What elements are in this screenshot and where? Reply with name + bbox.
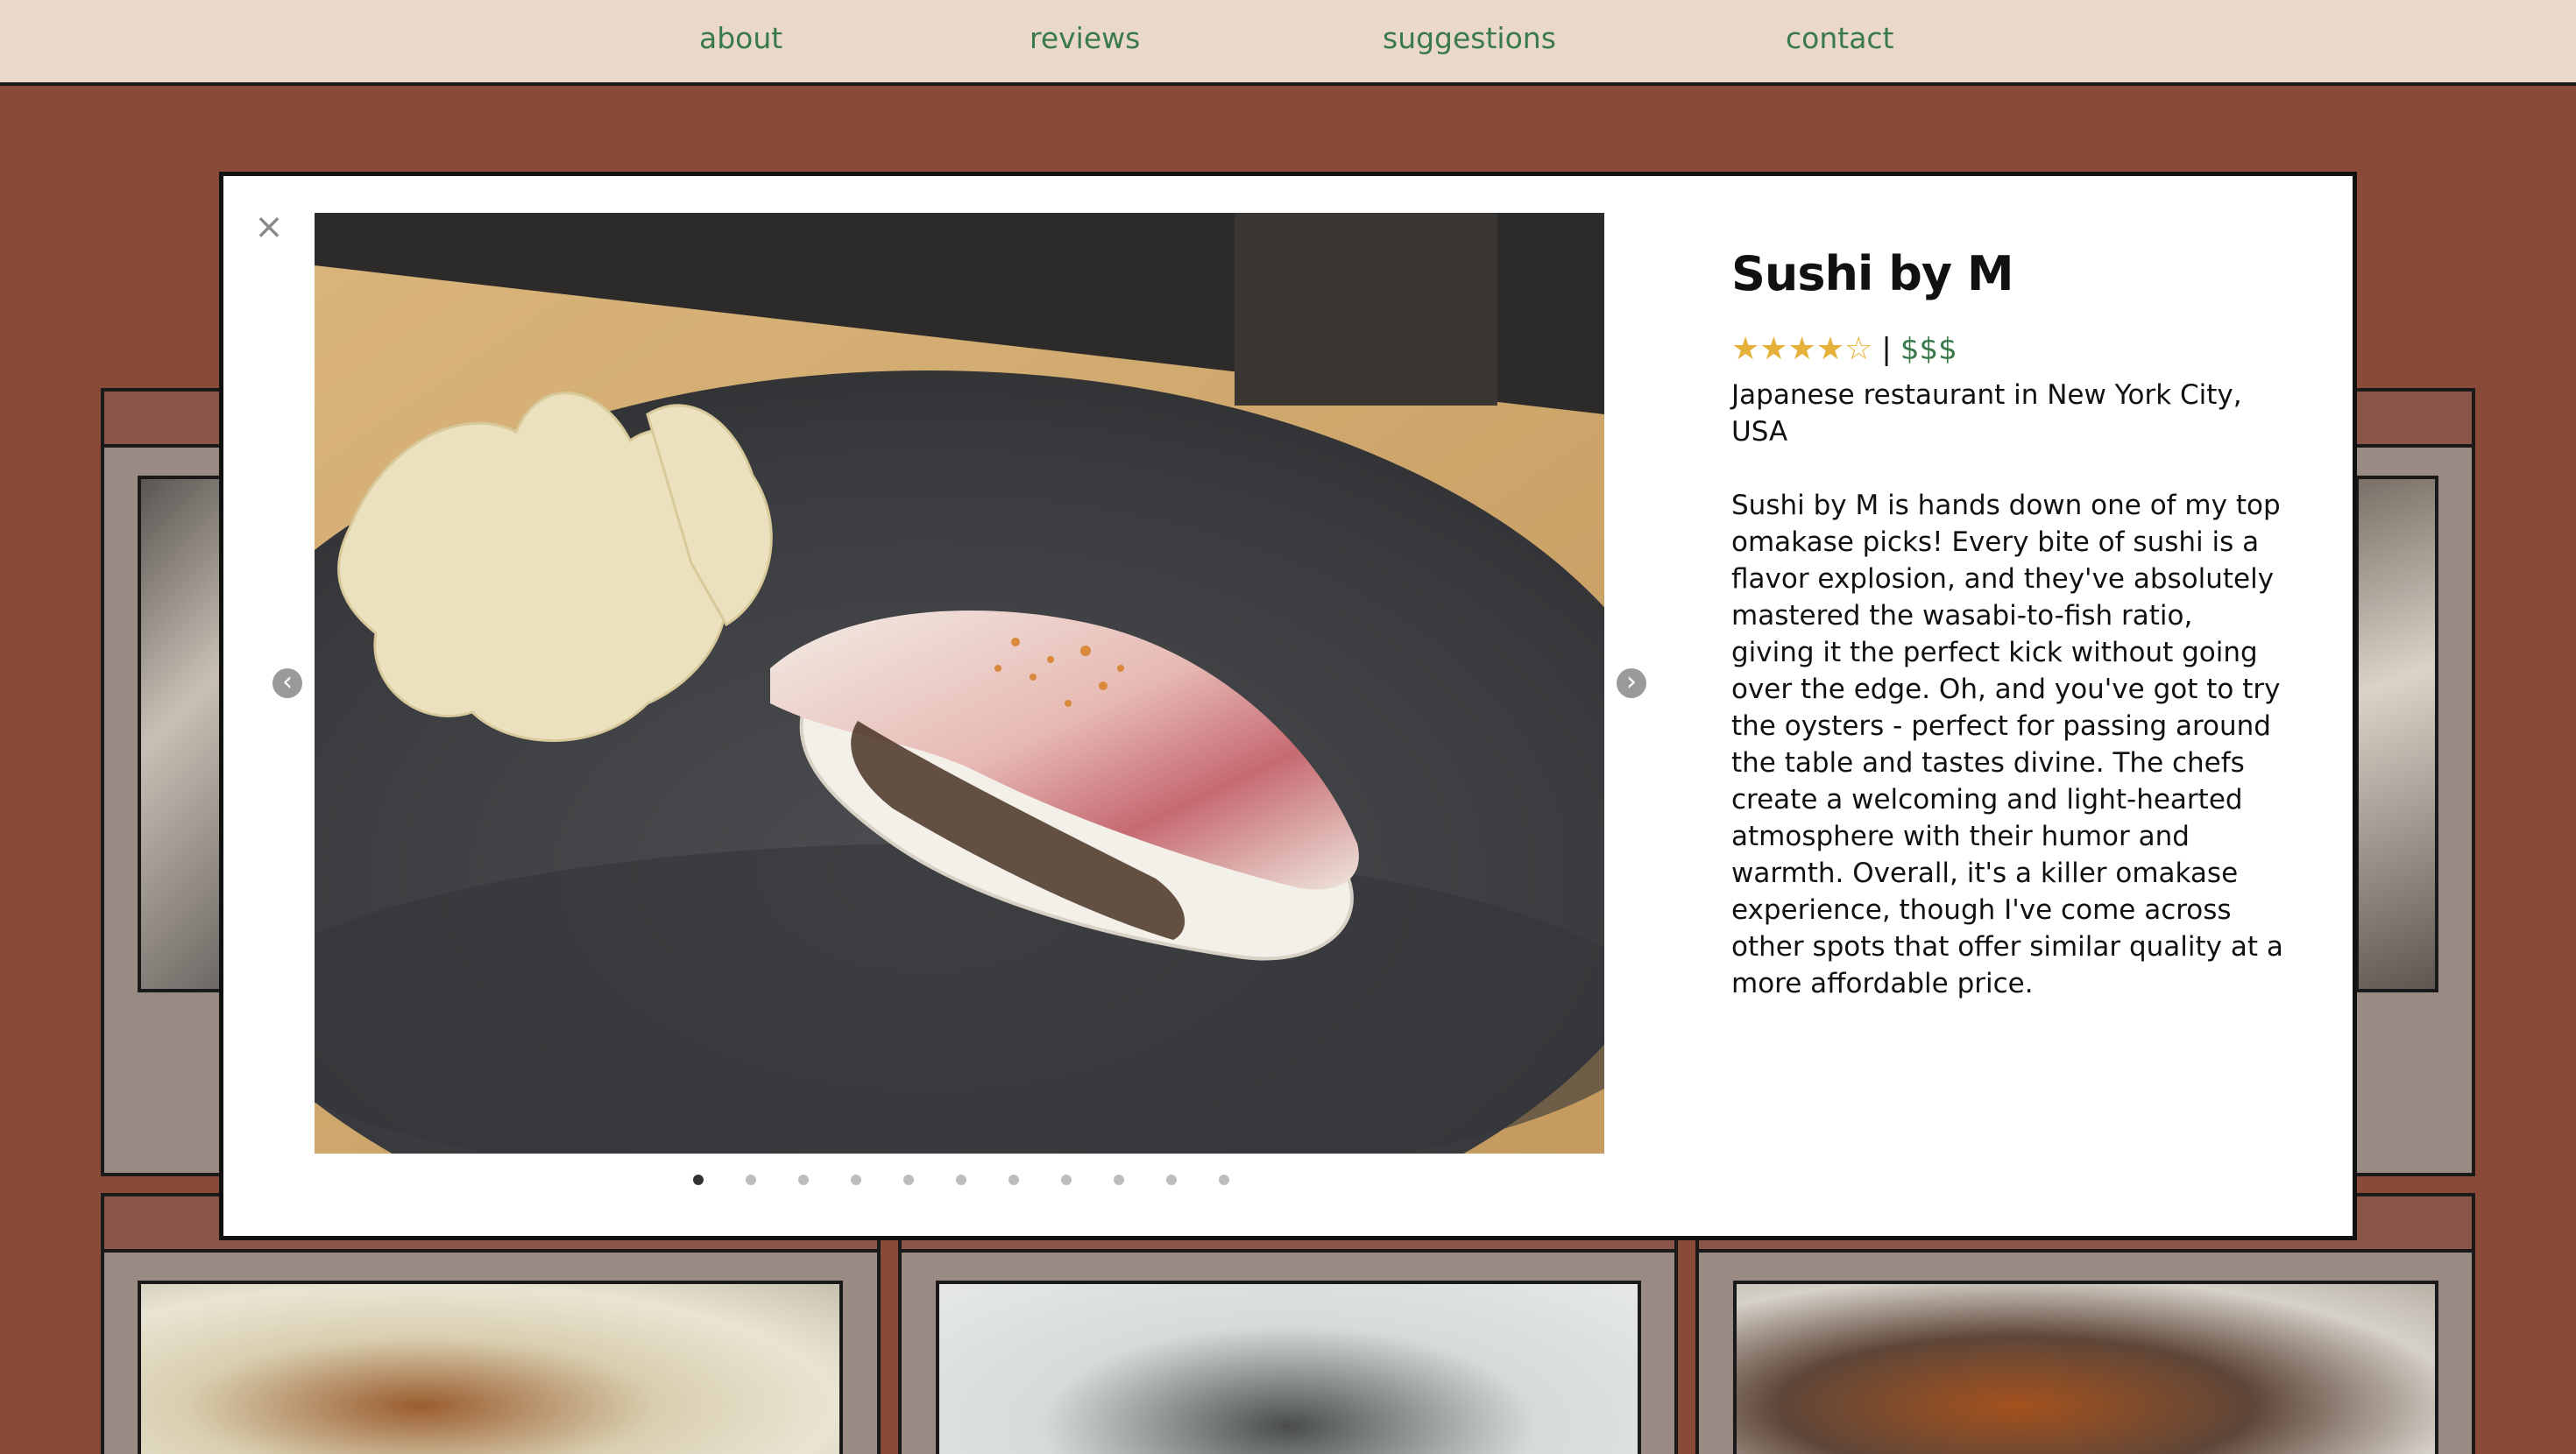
next-photo-icon[interactable]: › xyxy=(1617,668,1646,698)
pagination-dot[interactable] xyxy=(1061,1175,1072,1185)
restaurant-title: Sushi by M xyxy=(1731,246,2014,301)
pagination-dot[interactable] xyxy=(1114,1175,1124,1185)
review-photo[interactable] xyxy=(936,1281,1641,1454)
rating-price-line: ★★★★☆ | $$$ xyxy=(1731,331,2283,371)
review-text: Sushi by M is hands down one of my top o… xyxy=(1731,490,2283,999)
pagination-dot[interactable] xyxy=(1166,1175,1177,1185)
price-level: $$$ xyxy=(1900,332,1957,367)
nav-link-contact[interactable]: contact xyxy=(1786,21,1894,55)
star-rating-icon: ★★★★☆ xyxy=(1731,331,1873,367)
review-modal: × ‹ › Sushi by M ★★★★☆ | $$$ Japanese re… xyxy=(219,172,2357,1240)
pagination-dot[interactable] xyxy=(956,1175,966,1185)
pagination-dot[interactable] xyxy=(851,1175,861,1185)
close-icon[interactable]: × xyxy=(253,209,285,244)
pagination-dot[interactable] xyxy=(798,1175,809,1185)
pagination-dot[interactable] xyxy=(693,1175,704,1185)
nav-link-about[interactable]: about xyxy=(699,21,782,55)
pagination-dot[interactable] xyxy=(746,1175,756,1185)
sushi-photo-illustration xyxy=(315,213,1604,1154)
pagination-dot[interactable] xyxy=(1008,1175,1019,1185)
review-photo[interactable] xyxy=(2355,476,2438,992)
previous-photo-icon[interactable]: ‹ xyxy=(272,668,302,698)
restaurant-location: Japanese restaurant in New York City, US… xyxy=(1731,379,2242,448)
nav-link-reviews[interactable]: reviews xyxy=(1030,21,1140,55)
separator: | xyxy=(1881,332,1892,367)
review-photo[interactable] xyxy=(138,1281,843,1454)
review-photo[interactable] xyxy=(1733,1281,2438,1454)
review-photo-main xyxy=(315,213,1604,1154)
pagination-dot[interactable] xyxy=(903,1175,914,1185)
top-nav: about reviews suggestions contact xyxy=(0,0,2576,86)
pagination-dot[interactable] xyxy=(1219,1175,1229,1185)
review-info: Sushi by M ★★★★☆ | $$$ Japanese restaurant… xyxy=(1731,246,2283,1002)
nav-link-suggestions[interactable]: suggestions xyxy=(1383,21,1556,55)
